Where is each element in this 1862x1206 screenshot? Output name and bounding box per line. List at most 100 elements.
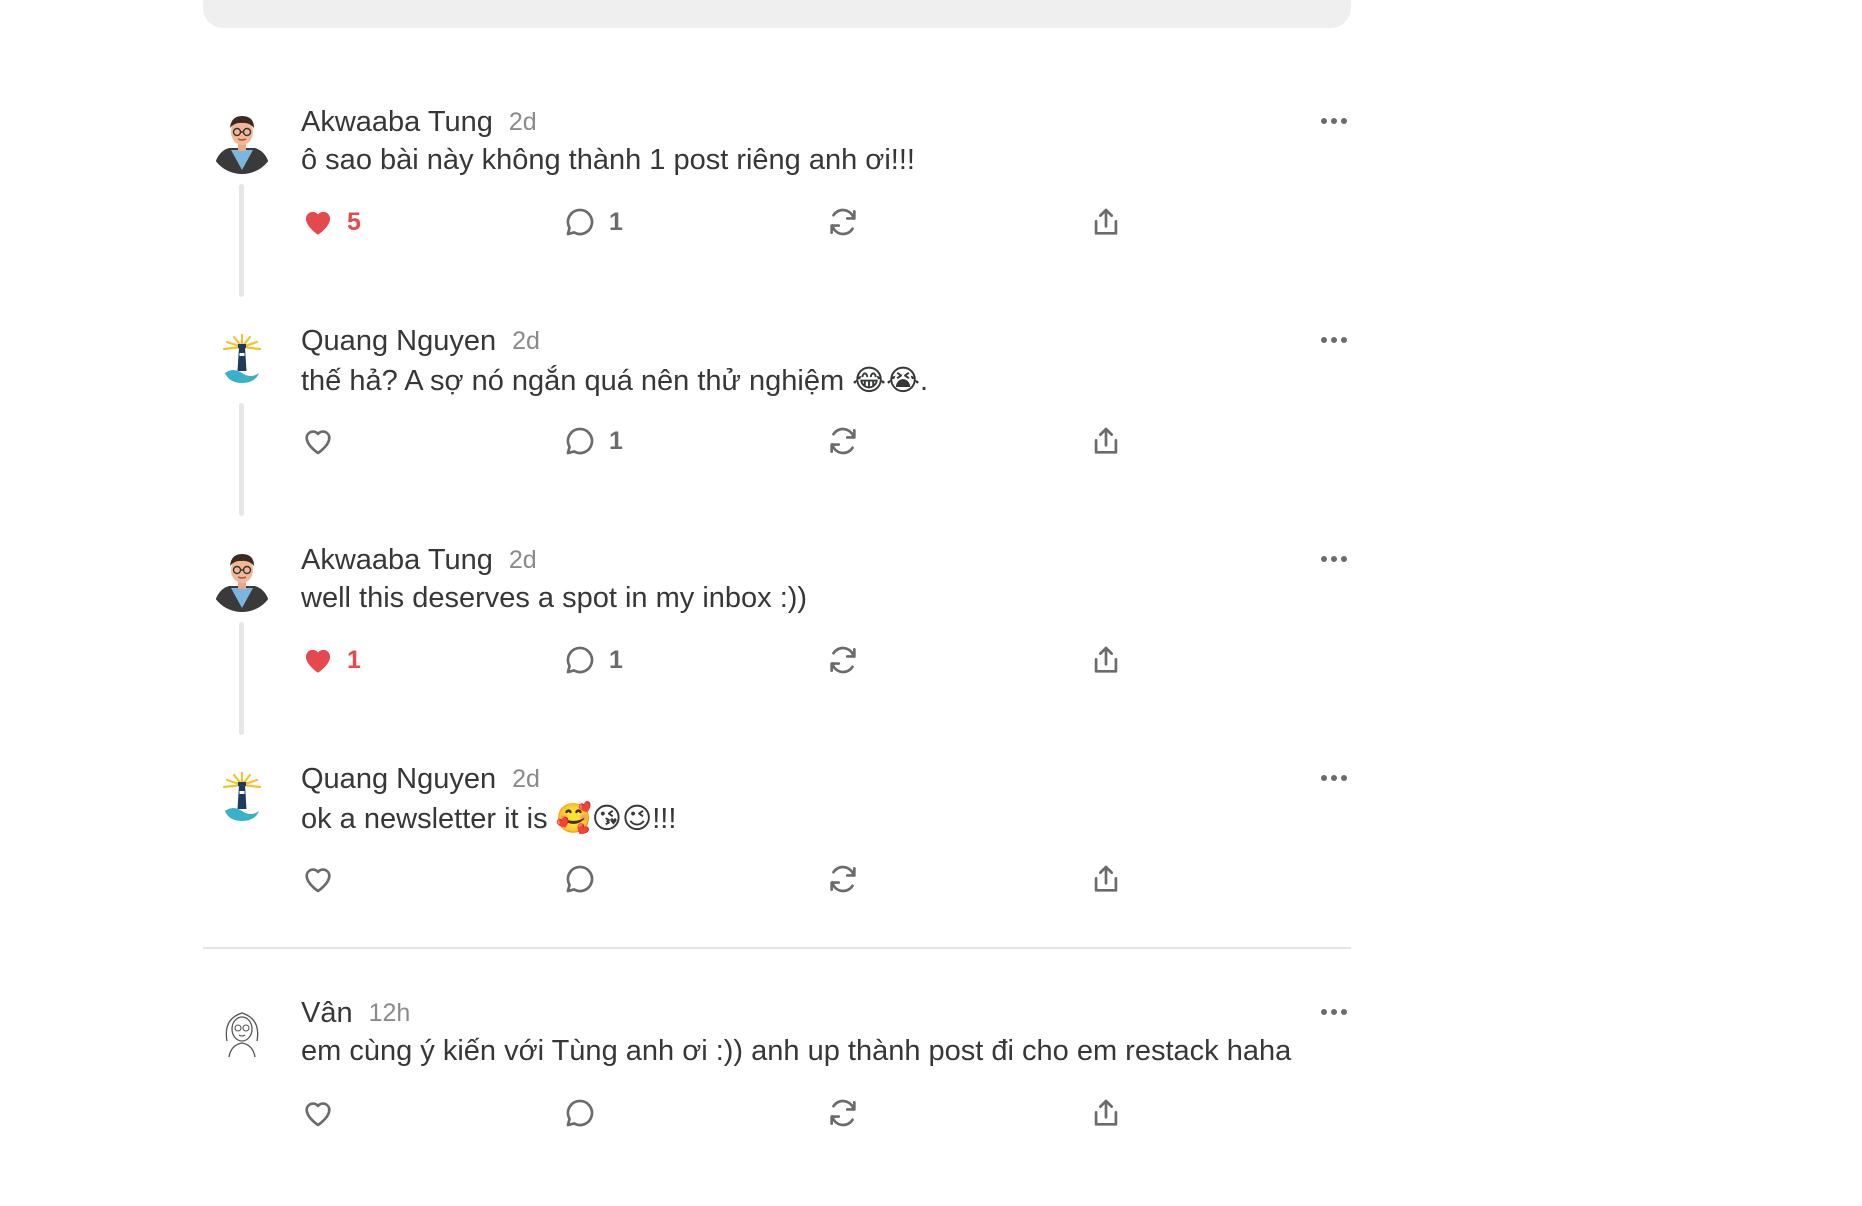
author-name[interactable]: Akwaaba Tung [301, 544, 493, 577]
share-button[interactable] [1089, 417, 1123, 465]
ellipsis-icon [1321, 337, 1347, 343]
ellipsis-icon [1321, 556, 1347, 562]
share-icon [1094, 865, 1118, 892]
like-button[interactable]: 5 [301, 198, 361, 246]
restack-icon [830, 427, 856, 455]
more-options-button[interactable] [1317, 761, 1351, 795]
comment-text: em cùng ý kiến với Tùng anh ơi :)) anh u… [301, 1035, 1292, 1067]
comment-item: Akwaaba Tung 2d well this deserves a spo… [203, 534, 1351, 753]
comment-text: ok a newsletter it is 🥰😘😉!!! [301, 803, 677, 835]
restack-button[interactable] [826, 1089, 860, 1137]
comment-item: Quang Nguyen 2d ok a newsletter it is 🥰😘… [203, 753, 1351, 972]
comment-time[interactable]: 2d [512, 327, 540, 356]
lighthouse-avatar-icon [209, 327, 275, 393]
share-icon [1094, 646, 1118, 673]
share-button[interactable] [1089, 198, 1123, 246]
man-avatar-icon [209, 108, 275, 174]
share-button[interactable] [1089, 636, 1123, 684]
comment-thread: Vân 12h em cùng ý kiến với Tùng anh ơi :… [203, 987, 1351, 1206]
comment-item: Vân 12h em cùng ý kiến với Tùng anh ơi :… [203, 987, 1351, 1206]
reply-button[interactable] [563, 855, 597, 903]
like-button[interactable] [301, 855, 335, 903]
avatar[interactable] [209, 999, 275, 1065]
ellipsis-icon [1321, 118, 1347, 124]
avatar[interactable] [209, 108, 275, 174]
author-name[interactable]: Akwaaba Tung [301, 106, 493, 139]
restack-button[interactable] [826, 198, 860, 246]
author-name[interactable]: Quang Nguyen [301, 325, 496, 358]
comment-header: Akwaaba Tung 2d [301, 96, 537, 148]
like-button[interactable]: 1 [301, 636, 361, 684]
share-icon [1094, 1099, 1118, 1126]
more-options-button[interactable] [1317, 995, 1351, 1029]
share-button[interactable] [1089, 1089, 1123, 1137]
heart-filled-icon [305, 649, 331, 673]
speech-bubble-icon [566, 208, 594, 236]
reply-button[interactable] [563, 1089, 597, 1137]
comment-time[interactable]: 2d [509, 108, 537, 137]
comment-text: ô sao bài này không thành 1 post riêng a… [301, 144, 915, 176]
restack-icon [830, 865, 856, 893]
ellipsis-icon [1321, 1009, 1347, 1015]
ellipsis-icon [1321, 775, 1347, 781]
more-options-button[interactable] [1317, 542, 1351, 576]
thread-connector [239, 184, 244, 297]
restack-button[interactable] [826, 417, 860, 465]
man-avatar-icon [209, 546, 275, 612]
comment-time[interactable]: 2d [509, 546, 537, 575]
reply-button[interactable]: 1 [563, 636, 623, 684]
comment-item: Akwaaba Tung 2d ô sao bài này không thàn… [203, 96, 1351, 315]
restack-button[interactable] [826, 636, 860, 684]
heart-outline-icon [305, 868, 331, 893]
reply-count: 1 [609, 207, 623, 236]
comment-text: well this deserves a spot in my inbox :)… [301, 582, 808, 614]
thread-connector [239, 622, 244, 735]
avatar[interactable] [209, 327, 275, 393]
avatar[interactable] [209, 546, 275, 612]
thread-divider [203, 947, 1351, 949]
comment-time[interactable]: 12h [369, 999, 411, 1028]
more-options-button[interactable] [1317, 323, 1351, 357]
speech-bubble-icon [566, 1099, 594, 1127]
reply-count: 1 [609, 426, 623, 455]
comment-time[interactable]: 2d [512, 765, 540, 794]
avatar[interactable] [209, 765, 275, 831]
comment-actions [301, 855, 1201, 903]
more-options-button[interactable] [1317, 104, 1351, 138]
share-icon [1094, 427, 1118, 454]
heart-filled-icon [305, 211, 331, 235]
like-count: 1 [347, 645, 361, 674]
comment-header: Vân 12h [301, 987, 410, 1039]
like-button[interactable] [301, 1089, 335, 1137]
comment-actions: 1 1 [301, 636, 1201, 684]
reply-button[interactable]: 1 [563, 198, 623, 246]
comment-item: Quang Nguyen 2d thế hả? A sợ nó ngắn quá… [203, 315, 1351, 534]
comment-actions: 1 [301, 417, 1201, 465]
heart-outline-icon [305, 1102, 331, 1127]
comment-header: Quang Nguyen 2d [301, 753, 540, 805]
reply-count: 1 [609, 645, 623, 674]
thread-connector [239, 403, 244, 516]
speech-bubble-icon [566, 427, 594, 455]
comment-actions [301, 1089, 1201, 1137]
lighthouse-avatar-icon [209, 765, 275, 831]
heart-outline-icon [305, 430, 331, 455]
speech-bubble-icon [566, 646, 594, 674]
share-button[interactable] [1089, 855, 1123, 903]
comment-header: Akwaaba Tung 2d [301, 534, 537, 586]
restack-icon [830, 646, 856, 674]
share-icon [1094, 208, 1118, 235]
comment-text: thế hả? A sợ nó ngắn quá nên thử nghiệm … [301, 365, 929, 397]
author-name[interactable]: Vân [301, 997, 353, 1030]
reply-button[interactable]: 1 [563, 417, 623, 465]
author-name[interactable]: Quang Nguyen [301, 763, 496, 796]
restack-button[interactable] [826, 855, 860, 903]
like-count: 5 [347, 207, 361, 236]
comment-actions: 5 1 [301, 198, 1201, 246]
speech-bubble-icon [566, 865, 594, 893]
comment-header: Quang Nguyen 2d [301, 315, 540, 367]
like-button[interactable] [301, 417, 335, 465]
comment-composer[interactable] [203, 0, 1351, 28]
restack-icon [830, 1099, 856, 1127]
comment-thread: Akwaaba Tung 2d ô sao bài này không thàn… [203, 96, 1351, 972]
